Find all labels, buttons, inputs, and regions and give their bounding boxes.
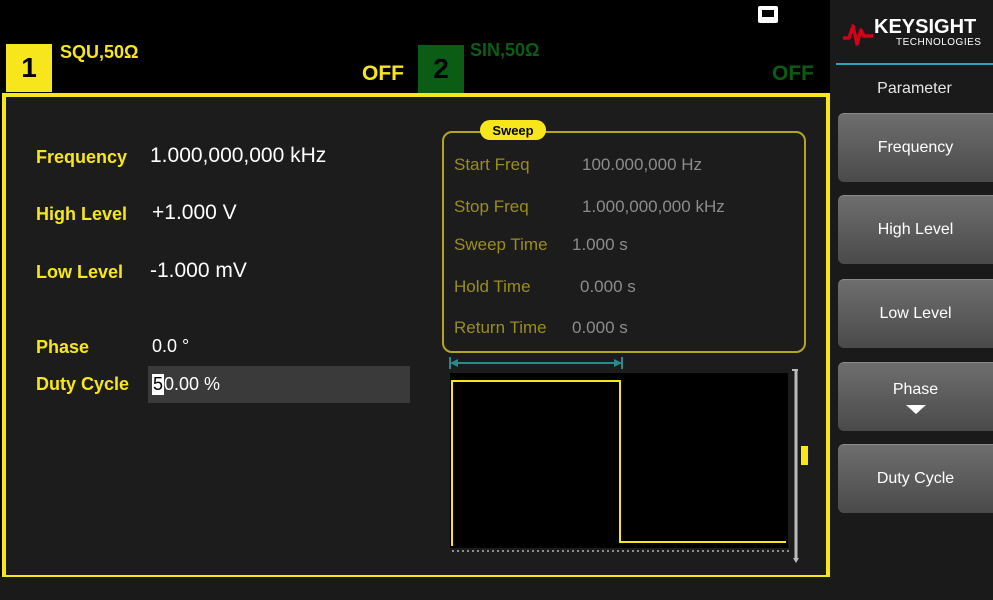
hold-time-label: Hold Time bbox=[454, 277, 531, 296]
brand-subtitle: TECHNOLOGIES bbox=[896, 37, 982, 48]
edit-cursor: 5 bbox=[152, 374, 165, 395]
high-level-label: High Level bbox=[36, 204, 128, 224]
low-level-value[interactable]: -1.000 mV bbox=[150, 259, 247, 283]
softkey-high-level[interactable]: High Level bbox=[838, 195, 993, 264]
softkey-duty-cycle-label: Duty Cycle bbox=[876, 470, 955, 487]
channel2-output-state: OFF bbox=[772, 62, 814, 85]
duty-cycle-value[interactable]: 50.00 % bbox=[152, 374, 220, 395]
channel2-function: SIN,50Ω bbox=[470, 40, 540, 60]
period-marker-left-arrow bbox=[450, 359, 458, 367]
keysight-wave-logo bbox=[843, 24, 873, 46]
square-wave-trace bbox=[451, 380, 786, 546]
softkey-menu-title: Parameter bbox=[877, 80, 952, 97]
top-status-bar bbox=[0, 0, 830, 38]
sweep-time-value: 1.000 s bbox=[572, 235, 628, 254]
softkey-duty-cycle[interactable]: Duty Cycle bbox=[838, 444, 993, 513]
hold-time-value: 0.000 s bbox=[580, 277, 636, 296]
return-time-label: Return Time bbox=[454, 318, 547, 337]
channel1-function: SQU,50Ω bbox=[60, 42, 139, 62]
lan-status-icon bbox=[758, 6, 778, 23]
softkey-frequency-label: Frequency bbox=[877, 139, 954, 156]
period-marker-right-arrow bbox=[614, 359, 622, 367]
duty-cycle-value-rest: 0.00 % bbox=[164, 374, 221, 394]
softkey-low-level-label: Low Level bbox=[879, 305, 952, 322]
channel1-number[interactable]: 1 bbox=[6, 44, 52, 92]
sweep-time-label: Sweep Time bbox=[454, 235, 548, 254]
start-freq-value: 100.000,000 Hz bbox=[582, 155, 703, 174]
channel2-number[interactable]: 2 bbox=[418, 45, 464, 93]
brand-separator bbox=[836, 63, 993, 65]
phase-label: Phase bbox=[36, 337, 90, 357]
softkey-low-level[interactable]: Low Level bbox=[838, 279, 993, 348]
sweep-title-badge: Sweep bbox=[480, 120, 546, 140]
channel1-output-state: OFF bbox=[362, 62, 404, 85]
softkey-frequency[interactable]: Frequency bbox=[838, 113, 993, 182]
waveform-graph bbox=[449, 357, 808, 563]
phase-value[interactable]: 0.0 ° bbox=[152, 336, 189, 357]
softkey-phase[interactable]: Phase bbox=[838, 362, 993, 431]
high-level-value[interactable]: +1.000 V bbox=[152, 201, 237, 225]
stop-freq-label: Stop Freq bbox=[454, 197, 529, 216]
start-freq-label: Start Freq bbox=[454, 155, 530, 174]
frequency-value[interactable]: 1.000,000,000 kHz bbox=[150, 144, 326, 168]
softkey-phase-label: Phase bbox=[892, 380, 939, 398]
duty-cycle-label: Duty Cycle bbox=[36, 374, 130, 394]
frequency-label: Frequency bbox=[36, 147, 128, 167]
down-arrow-icon bbox=[905, 404, 926, 414]
softkey-high-level-label: High Level bbox=[877, 221, 954, 238]
brand-name: KEYSIGHT bbox=[874, 16, 977, 38]
stop-freq-value: 1.000,000,000 kHz bbox=[582, 197, 725, 216]
level-marker bbox=[801, 446, 808, 465]
return-time-value: 0.000 s bbox=[572, 318, 628, 337]
bottom-status-bar bbox=[0, 577, 830, 600]
low-level-label: Low Level bbox=[36, 262, 124, 282]
